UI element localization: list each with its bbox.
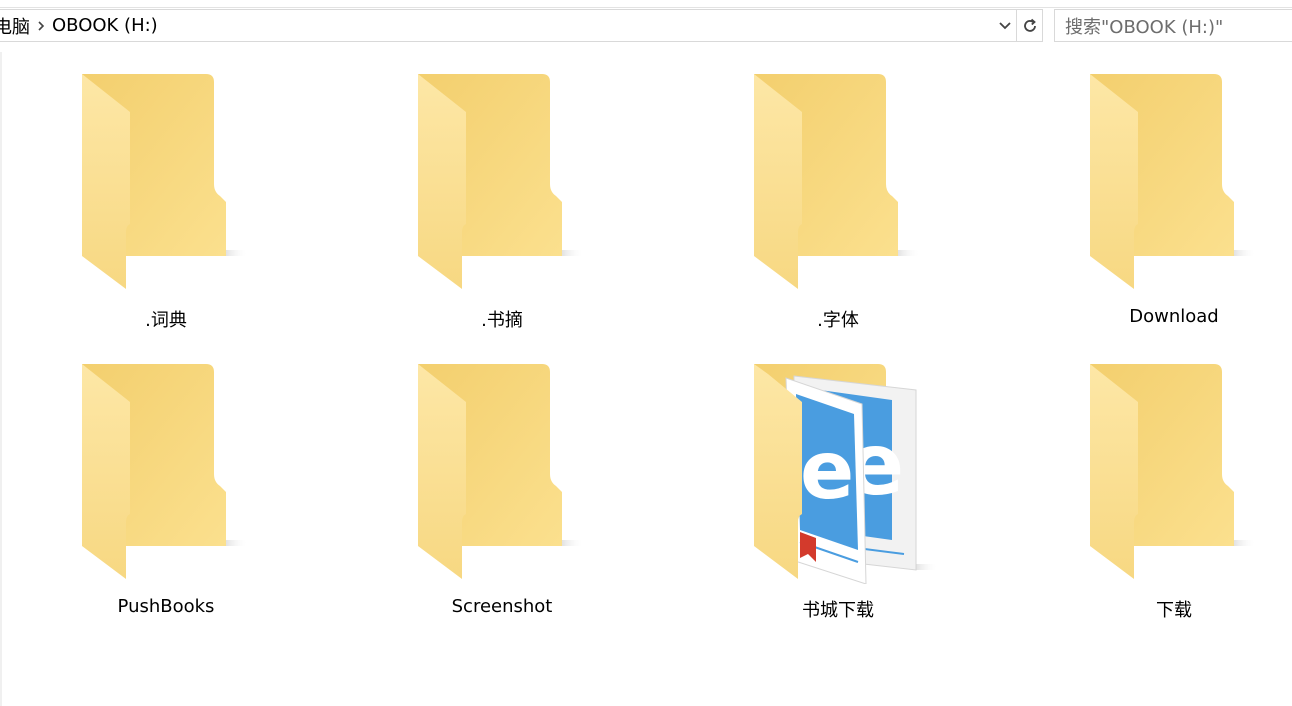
folder-item-excerpts[interactable]: .书摘 bbox=[402, 36, 602, 331]
svg-text:e: e bbox=[800, 424, 854, 517]
chevron-down-icon bbox=[998, 21, 1011, 29]
book-folder-icon: e e bbox=[754, 364, 938, 584]
refresh-icon bbox=[1023, 18, 1036, 32]
breadcrumb-drive[interactable]: OBOOK (H:) bbox=[52, 15, 158, 36]
item-label: PushBooks bbox=[117, 596, 215, 617]
item-label: Screenshot bbox=[451, 596, 553, 617]
folder-icon bbox=[82, 74, 248, 289]
folder-icon bbox=[754, 74, 920, 289]
address-dropdown-button[interactable] bbox=[992, 9, 1017, 42]
folder-icon bbox=[1090, 74, 1256, 289]
folder-item-download[interactable]: Download bbox=[1074, 36, 1274, 327]
item-label: 书城下载 bbox=[802, 600, 874, 621]
folder-item-pushbooks[interactable]: PushBooks bbox=[66, 326, 266, 617]
toolbar-divider bbox=[0, 0, 1292, 8]
folder-item-fonts[interactable]: .字体 bbox=[738, 36, 938, 331]
refresh-button[interactable] bbox=[1016, 9, 1043, 42]
folder-icon bbox=[418, 74, 584, 289]
file-view[interactable]: .词典 .书摘 .字体 Download PushBooks Screensho… bbox=[0, 52, 1292, 706]
folder-icon bbox=[1090, 364, 1256, 579]
folder-item-dictionary[interactable]: .词典 bbox=[66, 36, 266, 331]
item-label: Download bbox=[1129, 306, 1219, 327]
folder-item-screenshot[interactable]: Screenshot bbox=[402, 326, 602, 617]
folder-icon bbox=[82, 364, 248, 579]
folder-item-bookstore-downloads[interactable]: e e 书城下载 bbox=[738, 326, 938, 621]
folder-item-downloads-cn[interactable]: 下载 bbox=[1074, 326, 1274, 621]
search-input[interactable]: 搜索"OBOOK (H:)" bbox=[1065, 13, 1223, 39]
breadcrumb-computer[interactable]: 电脑 bbox=[0, 13, 30, 39]
item-label: 下载 bbox=[1156, 600, 1192, 621]
chevron-right-icon[interactable] bbox=[30, 20, 52, 32]
folder-icon bbox=[418, 364, 584, 579]
